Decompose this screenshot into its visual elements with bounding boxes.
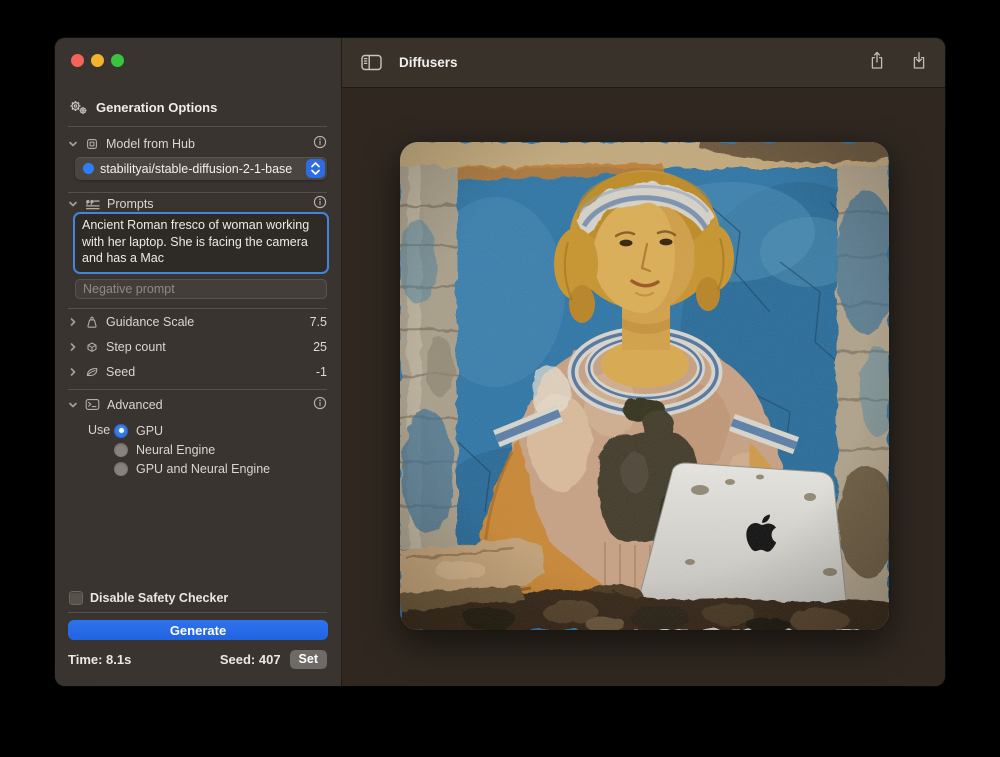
use-label: Use (88, 423, 110, 437)
seed-row[interactable]: Seed -1 (68, 363, 327, 380)
share-icon[interactable] (869, 51, 885, 75)
info-icon[interactable] (313, 396, 327, 413)
dropdown-stepper-icon[interactable] (306, 159, 325, 178)
traffic-lights (71, 54, 124, 67)
set-seed-button[interactable]: Set (290, 650, 327, 669)
negative-prompt-input[interactable] (75, 279, 327, 299)
model-dropdown[interactable]: stabilityai/stable-diffusion-2-1-base (75, 157, 327, 180)
seed-label: Seed (106, 365, 135, 379)
safety-checker-row[interactable]: Disable Safety Checker (69, 589, 327, 606)
step-count-label: Step count (106, 340, 166, 354)
model-dropdown-value: stabilityai/stable-diffusion-2-1-base (100, 162, 306, 176)
cpu-icon (85, 137, 99, 151)
divider (68, 126, 327, 127)
scalemass-icon (85, 315, 99, 329)
zoom-button[interactable] (111, 54, 124, 67)
guidance-scale-label: Guidance Scale (106, 315, 194, 329)
divider (68, 389, 327, 390)
step-count-row[interactable]: Step count 25 (68, 338, 327, 355)
sidebar-toggle-icon[interactable] (361, 54, 382, 71)
prompts-section-row[interactable]: Prompts (68, 195, 327, 212)
seed-status: Seed: 407 (220, 652, 281, 667)
radio-selected-icon[interactable] (114, 424, 128, 438)
info-icon[interactable] (313, 135, 327, 152)
gears-icon (69, 100, 88, 115)
chevron-down-icon[interactable] (68, 199, 78, 209)
radio-neural-engine-label: Neural Engine (136, 443, 215, 457)
safety-checkbox-label: Disable Safety Checker (90, 591, 228, 605)
prompt-input[interactable]: Ancient Roman fresco of woman working wi… (75, 214, 327, 272)
model-status-dot (83, 163, 94, 174)
step-count-value: 25 (313, 340, 327, 354)
prompts-section-label: Prompts (107, 197, 154, 211)
generated-image (400, 142, 889, 630)
app-window: Generation Options Model from Hub stabi (55, 38, 945, 686)
guidance-scale-value: 7.5 (310, 315, 327, 329)
divider (68, 308, 327, 309)
radio-gpu-and-neural-engine[interactable]: GPU and Neural Engine (114, 461, 270, 476)
save-image-icon[interactable] (911, 51, 927, 75)
radio-icon[interactable] (114, 462, 128, 476)
seed-value: -1 (316, 365, 327, 379)
model-section-row[interactable]: Model from Hub (68, 135, 327, 152)
guidance-scale-row[interactable]: Guidance Scale 7.5 (68, 313, 327, 330)
radio-gpu-and-neural-engine-label: GPU and Neural Engine (136, 462, 270, 476)
divider (68, 612, 327, 613)
terminal-icon (85, 398, 100, 411)
chevron-right-icon[interactable] (68, 317, 78, 327)
advanced-section-row[interactable]: Advanced (68, 396, 327, 413)
window-title: Diffusers (399, 55, 458, 70)
chevron-right-icon[interactable] (68, 342, 78, 352)
chevron-down-icon[interactable] (68, 139, 78, 149)
chevron-down-icon[interactable] (68, 400, 78, 410)
divider (68, 192, 327, 193)
radio-gpu[interactable]: GPU (114, 423, 163, 438)
status-row: Time: 8.1s Seed: 407 Set (68, 649, 327, 669)
leaf-icon (85, 365, 99, 379)
sidebar: Generation Options Model from Hub stabi (55, 38, 342, 686)
cube-icon (85, 340, 99, 354)
titlebar: Diffusers (342, 38, 945, 88)
chevron-right-icon[interactable] (68, 367, 78, 377)
text-quote-icon (85, 198, 100, 210)
info-icon[interactable] (313, 195, 327, 212)
safety-checkbox[interactable] (69, 591, 83, 605)
advanced-section-label: Advanced (107, 398, 163, 412)
time-status: Time: 8.1s (68, 652, 131, 667)
minimize-button[interactable] (91, 54, 104, 67)
generate-button[interactable]: Generate (68, 620, 328, 640)
close-button[interactable] (71, 54, 84, 67)
radio-neural-engine[interactable]: Neural Engine (114, 442, 215, 457)
main-area: Diffusers (342, 38, 945, 686)
model-section-label: Model from Hub (106, 137, 195, 151)
sidebar-header: Generation Options (69, 100, 217, 115)
radio-icon[interactable] (114, 443, 128, 457)
sidebar-title: Generation Options (96, 100, 217, 115)
radio-gpu-label: GPU (136, 424, 163, 438)
